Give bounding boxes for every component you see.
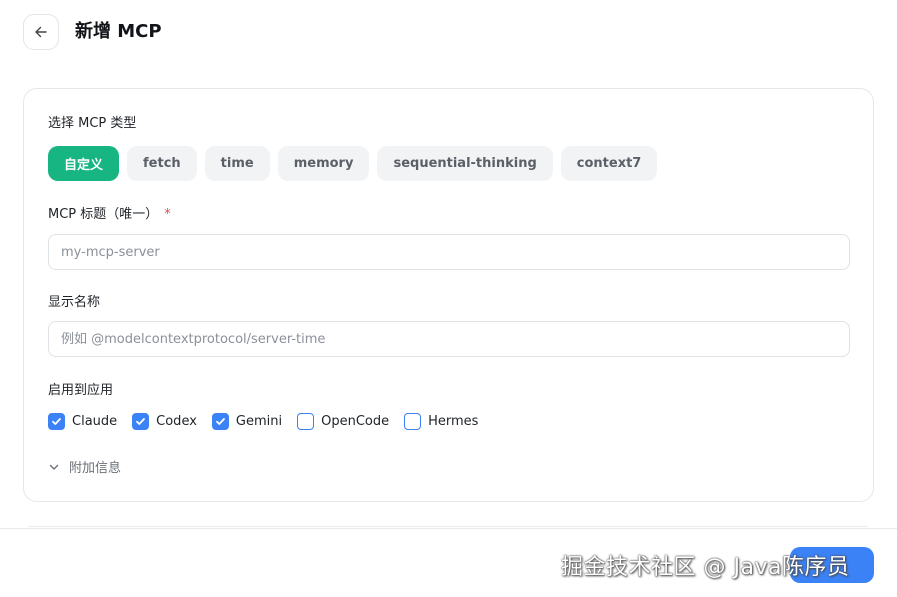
title-field-label-text: MCP 标题（唯一） [48, 207, 159, 222]
app-gemini[interactable]: Gemini [211, 413, 283, 430]
form-card: 选择 MCP 类型 自定义 fetch time memory sequenti… [23, 88, 874, 502]
type-chips: 自定义 fetch time memory sequential-thinkin… [48, 146, 658, 181]
app-hermes-label: Hermes [428, 414, 479, 429]
chip-custom[interactable]: 自定义 [48, 146, 120, 181]
display-name-input[interactable] [48, 321, 850, 357]
type-section-label: 选择 MCP 类型 [48, 116, 137, 131]
app-claude[interactable]: Claude [48, 413, 117, 430]
watermark: 掘金技术社区 @ Java陈序员 [561, 555, 850, 580]
footer-divider [28, 526, 868, 530]
mcp-title-input[interactable] [48, 234, 850, 270]
checkbox-unchecked-icon[interactable] [404, 413, 422, 430]
chevron-down-icon [49, 464, 59, 470]
required-mark: * [164, 207, 171, 222]
chip-time[interactable]: time [204, 146, 270, 181]
app-opencode[interactable]: OpenCode [297, 413, 389, 430]
app-codex[interactable]: Codex [132, 413, 197, 430]
extra-info-label: 附加信息 [69, 461, 122, 476]
arrow-left-icon [35, 26, 47, 38]
app-claude-label: Claude [72, 414, 118, 429]
chip-memory[interactable]: memory [277, 146, 370, 181]
display-name-label: 显示名称 [48, 295, 101, 310]
title-field-label: MCP 标题（唯一） * [48, 206, 171, 224]
apps-section-label: 启用到应用 [48, 383, 114, 398]
chip-sequential-thinking[interactable]: sequential-thinking [377, 146, 553, 181]
checkbox-unchecked-icon[interactable] [297, 413, 315, 430]
footer-bar: 掘金技术社区 @ Java陈序员 [0, 526, 897, 597]
app-hermes[interactable]: Hermes [404, 413, 478, 430]
app-opencode-label: OpenCode [321, 414, 390, 429]
app-codex-label: Codex [156, 414, 197, 429]
checkbox-checked-icon[interactable] [211, 413, 229, 430]
apps-checkbox-group: Claude Codex Gemini OpenCode Hermes [48, 413, 478, 430]
app-gemini-label: Gemini [235, 414, 283, 429]
page-title: 新增 MCP [75, 21, 162, 42]
chip-context7[interactable]: context7 [560, 146, 658, 181]
header: 新增 MCP [0, 0, 897, 66]
chip-fetch[interactable]: fetch [127, 146, 197, 181]
back-button[interactable] [23, 14, 59, 50]
checkbox-checked-icon[interactable] [48, 413, 65, 430]
extra-info-toggle[interactable]: 附加信息 [48, 457, 121, 476]
checkbox-checked-icon[interactable] [132, 413, 150, 430]
